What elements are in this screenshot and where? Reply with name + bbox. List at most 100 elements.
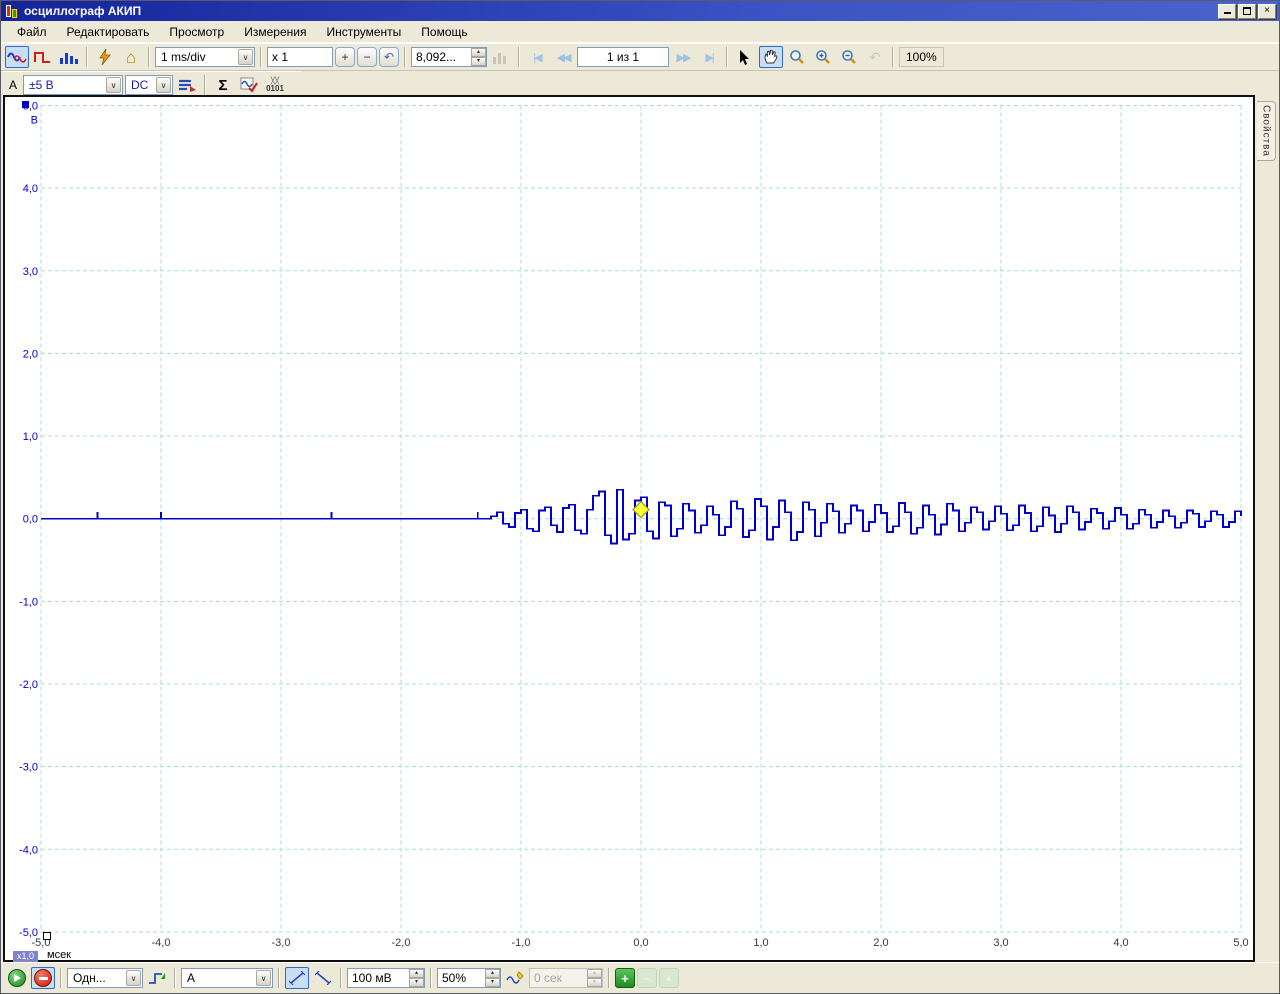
nav-prev-icon: ◀◀ [557, 51, 570, 64]
pointer-tool-button[interactable] [733, 46, 757, 68]
spinner-arrows[interactable]: ▴▾ [471, 48, 486, 66]
app-window: осциллограф АКИП × Файл Редактировать Пр… [0, 0, 1280, 994]
run-mode-select[interactable]: Одн... ∨ [67, 968, 143, 988]
menu-edit[interactable]: Редактировать [57, 22, 160, 42]
minimize-button[interactable] [1218, 4, 1236, 19]
menu-bar: Файл Редактировать Просмотр Измерения Ин… [1, 21, 1279, 43]
menu-measurements[interactable]: Измерения [234, 22, 316, 42]
coupling-select[interactable]: DC ∨ [125, 75, 173, 95]
restore-button[interactable] [1238, 4, 1256, 19]
right-strip: Свойства [1255, 95, 1279, 962]
trigger-source-value: A [182, 971, 255, 985]
zoom-level-label: 100% [899, 47, 944, 67]
auto-setup-button[interactable] [93, 46, 117, 68]
svg-text:3,0: 3,0 [23, 266, 38, 278]
up-arrow-icon: ▲ [665, 973, 674, 983]
minimize-icon [1224, 5, 1231, 14]
close-button[interactable]: × [1258, 4, 1276, 19]
nav-last-button[interactable]: ▶| [697, 46, 721, 68]
edge-trigger-icon [148, 970, 166, 986]
trigger-level-spinner[interactable]: 100 мВ ▴▾ [347, 968, 425, 988]
histogram-tool-button-disabled [489, 46, 513, 68]
properties-tab[interactable]: Свойства [1257, 101, 1276, 161]
run-button[interactable] [5, 967, 29, 989]
histogram-gray-icon [492, 50, 510, 64]
restore-icon [1243, 7, 1251, 15]
svg-text:-4,0: -4,0 [152, 937, 171, 949]
minus-icon: − [363, 50, 370, 64]
channel-label: A [5, 78, 21, 92]
menu-file[interactable]: Файл [7, 22, 57, 42]
channel-settings-button[interactable] [175, 74, 199, 96]
chevron-down-icon: ∨ [156, 77, 171, 93]
move-up-button-disabled: ▲ [659, 968, 679, 988]
zoom-in-scale-button[interactable]: + [335, 47, 355, 67]
math-button[interactable]: Σ [211, 74, 235, 96]
add-trace-button[interactable]: + [615, 968, 635, 988]
pretrigger-spinner[interactable]: 50% ▴▾ [437, 968, 501, 988]
svg-text:-2,0: -2,0 [392, 937, 411, 949]
nav-next-button[interactable]: ▶▶ [671, 46, 695, 68]
svg-text:-3,0: -3,0 [19, 762, 38, 774]
oscilloscope-display[interactable]: 5,04,03,02,01,00,0-1,0-2,0-3,0-4,0-5,0В-… [3, 95, 1255, 962]
undo-zoom-button-disabled: ↶ [863, 46, 887, 68]
chevron-down-icon: ∨ [238, 49, 253, 65]
falling-edge-icon [315, 971, 331, 985]
timebase-select[interactable]: 1 ms/div ∨ [155, 47, 255, 67]
arrow-cursor-icon [739, 50, 751, 65]
home-button[interactable]: ⌂ [119, 46, 143, 68]
svg-text:В: В [31, 115, 38, 127]
reset-scale-button[interactable]: ↶ [379, 47, 399, 67]
nav-first-button[interactable]: |◀ [525, 46, 549, 68]
histogram-view-button[interactable] [57, 46, 81, 68]
range-select[interactable]: ±5 В ∨ [23, 75, 123, 95]
svg-text:-4,0: -4,0 [19, 844, 38, 856]
trigger-settings-button[interactable] [145, 967, 169, 989]
menu-help[interactable]: Помощь [411, 22, 477, 42]
svg-text:3,0: 3,0 [993, 937, 1008, 949]
nav-prev-button[interactable]: ◀◀ [551, 46, 575, 68]
sine-wave-icon [7, 50, 27, 64]
menu-tools[interactable]: Инструменты [316, 22, 411, 42]
falling-edge-button[interactable] [311, 967, 335, 989]
pan-tool-button[interactable] [759, 46, 783, 68]
plus-icon: + [621, 971, 629, 986]
x-axis-unit: мсек [47, 949, 71, 961]
reference-waveform-button[interactable] [237, 74, 261, 96]
trigger-source-select[interactable]: A ∨ [181, 968, 273, 988]
spectrum-view-button[interactable] [31, 46, 55, 68]
spinner-arrows[interactable]: ▴▾ [485, 969, 500, 987]
zoom-out-tool-button[interactable] [837, 46, 861, 68]
svg-text:1,0: 1,0 [23, 431, 38, 443]
digital-display-button[interactable]: ╳╳ 0101 [263, 74, 287, 96]
oscilloscope-plot-svg[interactable]: 5,04,03,02,01,00,0-1,0-2,0-3,0-4,0-5,0В-… [5, 97, 1253, 960]
spinner-arrows[interactable]: ▴▾ [409, 969, 424, 987]
main-toolbar: ⌂ 1 ms/div ∨ x 1 + − ↶ 8,092... ▴▾ |◀ ◀◀… [1, 43, 1279, 71]
scope-view-button[interactable] [5, 46, 29, 68]
samples-spinner[interactable]: 8,092... ▴▾ [411, 47, 487, 67]
chevron-down-icon: ∨ [106, 77, 121, 93]
zoom-in-tool-button[interactable] [811, 46, 835, 68]
horizontal-scale-field[interactable]: x 1 [267, 47, 333, 67]
properties-tab-label: Свойства [1261, 105, 1272, 157]
nav-first-icon: |◀ [533, 51, 540, 64]
zoom-region-tool-button[interactable] [785, 46, 809, 68]
stop-icon [34, 969, 52, 987]
horizontal-scale-value: x 1 [268, 48, 332, 66]
sigma-icon: Σ [219, 78, 228, 93]
channel-toolbar: A ±5 В ∨ DC ∨ Σ [1, 71, 301, 98]
zoom-out-scale-button[interactable]: − [357, 47, 377, 67]
nav-last-icon: ▶| [705, 51, 712, 64]
menu-view[interactable]: Просмотр [159, 22, 234, 42]
hand-icon [764, 49, 779, 65]
stop-button[interactable] [31, 967, 55, 989]
magnifier-region-icon [789, 49, 805, 65]
page-indicator: 1 из 1 [577, 47, 669, 67]
trigger-marker-button[interactable] [503, 967, 527, 989]
timebase-value: 1 ms/div [156, 50, 237, 64]
rising-edge-button[interactable] [285, 967, 309, 989]
holdoff-spinner-disabled: 0 сек ▴▾ [529, 968, 603, 988]
nav-next-icon: ▶▶ [677, 51, 690, 64]
square-wave-icon [34, 50, 52, 64]
plus-icon: + [341, 50, 348, 64]
